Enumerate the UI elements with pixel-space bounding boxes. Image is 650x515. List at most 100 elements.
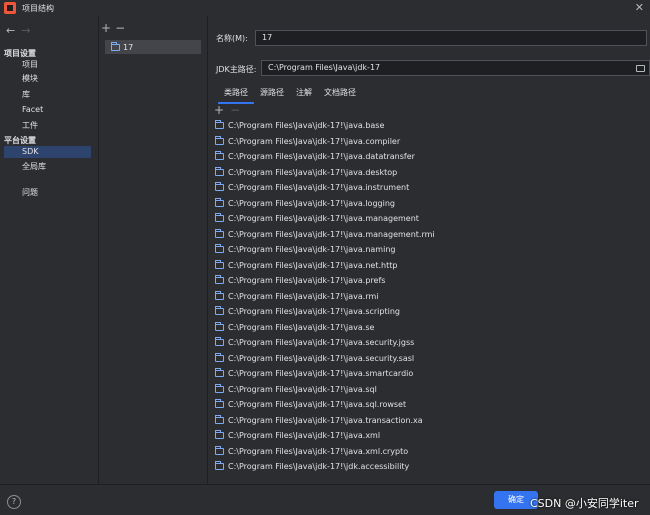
- classpath-item[interactable]: C:\Program Files\Java\jdk-17!\java.manag…: [212, 211, 648, 227]
- name-field[interactable]: 17: [255, 30, 647, 46]
- classpath-item-label: C:\Program Files\Java\jdk-17!\java.manag…: [228, 229, 435, 239]
- sdk-list-item[interactable]: 17: [105, 40, 201, 54]
- sidebar-item-problems[interactable]: 问题: [4, 187, 91, 199]
- classpath-item[interactable]: C:\Program Files\Java\jdk-17!\jdk.access…: [212, 459, 648, 475]
- classpath-item-label: C:\Program Files\Java\jdk-17!\java.secur…: [228, 338, 415, 348]
- classpath-item-label: C:\Program Files\Java\jdk-17!\java.datat…: [228, 152, 415, 162]
- folder-icon: [215, 306, 224, 316]
- classpath-item-label: C:\Program Files\Java\jdk-17!\java.loggi…: [228, 198, 395, 208]
- classpath-item-label: C:\Program Files\Java\jdk-17!\java.prefs: [228, 276, 386, 286]
- classpath-toolbar: + −: [214, 103, 240, 117]
- classpath-item-label: C:\Program Files\Java\jdk-17!\java.trans…: [228, 415, 423, 425]
- classpath-item-label: C:\Program Files\Java\jdk-17!\java.namin…: [228, 245, 396, 255]
- classpath-item[interactable]: C:\Program Files\Java\jdk-17!\java.scrip…: [212, 304, 648, 320]
- forward-arrow-icon[interactable]: →: [21, 24, 30, 37]
- sdk-details: 名称(M): 17 JDK主路径: C:\Program Files\Java\…: [208, 16, 650, 484]
- path-tabs: 类路径 源路径 注解 文档路径: [218, 86, 362, 104]
- nav-arrows: ← →: [6, 24, 30, 37]
- classpath-item[interactable]: C:\Program Files\Java\jdk-17!\java.manag…: [212, 227, 648, 243]
- add-path-icon[interactable]: +: [214, 103, 224, 117]
- app-logo-icon: [4, 2, 16, 14]
- folder-icon: [215, 399, 224, 409]
- classpath-item[interactable]: C:\Program Files\Java\jdk-17!\java.instr…: [212, 180, 648, 196]
- sidebar-item-facet[interactable]: Facet: [4, 104, 91, 116]
- classpath-item[interactable]: C:\Program Files\Java\jdk-17!\java.smart…: [212, 366, 648, 382]
- folder-icon: [215, 290, 224, 300]
- folder-icon: [215, 368, 224, 378]
- folder-icon: [215, 197, 224, 207]
- sidebar-item-global-libraries[interactable]: 全局库: [4, 161, 91, 173]
- remove-path-icon[interactable]: −: [230, 103, 240, 117]
- classpath-item[interactable]: C:\Program Files\Java\jdk-17!\java.compi…: [212, 134, 648, 150]
- classpath-item[interactable]: C:\Program Files\Java\jdk-17!\java.rmi: [212, 289, 648, 305]
- classpath-item-label: C:\Program Files\Java\jdk-17!\java.xml: [228, 431, 381, 441]
- classpath-item[interactable]: C:\Program Files\Java\jdk-17!\java.sql.r…: [212, 397, 648, 413]
- browse-folder-icon[interactable]: [636, 65, 645, 72]
- classpath-list[interactable]: C:\Program Files\Java\jdk-17!\java.base C…: [212, 118, 648, 484]
- jdk-home-field[interactable]: C:\Program Files\Java\jdk-17: [261, 60, 650, 76]
- folder-icon: [215, 275, 224, 285]
- sidebar-item-sdk[interactable]: SDK: [4, 146, 91, 158]
- classpath-item[interactable]: C:\Program Files\Java\jdk-17!\java.prefs: [212, 273, 648, 289]
- sidebar-item-artifacts[interactable]: 工件: [4, 120, 91, 132]
- classpath-item-label: C:\Program Files\Java\jdk-17!\java.sql: [228, 384, 377, 394]
- classpath-item-label: C:\Program Files\Java\jdk-17!\java.secur…: [228, 353, 415, 363]
- classpath-item[interactable]: C:\Program Files\Java\jdk-17!\java.xml.c…: [212, 444, 648, 460]
- classpath-item-label: C:\Program Files\Java\jdk-17!\jdk.access…: [228, 462, 410, 472]
- tab-sourcepath[interactable]: 源路径: [254, 86, 290, 102]
- classpath-item[interactable]: C:\Program Files\Java\jdk-17!\java.namin…: [212, 242, 648, 258]
- classpath-item-label: C:\Program Files\Java\jdk-17!\java.sql.r…: [228, 400, 407, 410]
- classpath-item-label: C:\Program Files\Java\jdk-17!\java.scrip…: [228, 307, 400, 317]
- remove-sdk-icon[interactable]: −: [115, 21, 125, 35]
- classpath-item[interactable]: C:\Program Files\Java\jdk-17!\java.secur…: [212, 351, 648, 367]
- sdk-item-label: 17: [123, 42, 134, 52]
- settings-sidebar: ← → 项目设置 项目 模块 库 Facet 工件 平台设置 SDK 全局库 问题: [0, 16, 99, 484]
- classpath-item-label: C:\Program Files\Java\jdk-17!\java.xml.c…: [228, 446, 409, 456]
- classpath-item-label: C:\Program Files\Java\jdk-17!\java.smart…: [228, 369, 414, 379]
- tab-documentation-paths[interactable]: 文档路径: [318, 86, 362, 102]
- add-sdk-icon[interactable]: +: [101, 21, 111, 35]
- classpath-item[interactable]: C:\Program Files\Java\jdk-17!\java.datat…: [212, 149, 648, 165]
- folder-icon: [215, 228, 224, 238]
- folder-icon: [215, 414, 224, 424]
- classpath-item[interactable]: C:\Program Files\Java\jdk-17!\java.net.h…: [212, 258, 648, 274]
- sdk-list-panel: + − 17: [99, 16, 208, 484]
- sidebar-item-project[interactable]: 项目: [4, 59, 91, 71]
- close-icon[interactable]: ✕: [635, 1, 644, 14]
- folder-icon: [215, 182, 224, 192]
- classpath-item[interactable]: C:\Program Files\Java\jdk-17!\java.base: [212, 118, 648, 134]
- classpath-item[interactable]: C:\Program Files\Java\jdk-17!\java.deskt…: [212, 165, 648, 181]
- jdk-home-value: C:\Program Files\Java\jdk-17: [268, 63, 381, 72]
- section-project-settings: 项目设置: [4, 49, 36, 58]
- name-label: 名称(M):: [216, 34, 248, 43]
- section-platform-settings: 平台设置: [4, 136, 36, 145]
- folder-icon: [215, 166, 224, 176]
- title-bar: 项目结构 ✕: [0, 0, 650, 16]
- window-title: 项目结构: [22, 4, 54, 13]
- classpath-item-label: C:\Program Files\Java\jdk-17!\java.se: [228, 322, 375, 332]
- classpath-item[interactable]: C:\Program Files\Java\jdk-17!\java.trans…: [212, 413, 648, 429]
- back-arrow-icon[interactable]: ←: [6, 24, 15, 37]
- folder-icon: [215, 151, 224, 161]
- sidebar-item-modules[interactable]: 模块: [4, 73, 91, 85]
- classpath-item[interactable]: C:\Program Files\Java\jdk-17!\java.secur…: [212, 335, 648, 351]
- classpath-item-label: C:\Program Files\Java\jdk-17!\java.rmi: [228, 291, 379, 301]
- classpath-item-label: C:\Program Files\Java\jdk-17!\java.manag…: [228, 214, 419, 224]
- classpath-item-label: C:\Program Files\Java\jdk-17!\java.net.h…: [228, 260, 398, 270]
- sidebar-item-libraries[interactable]: 库: [4, 89, 91, 101]
- classpath-item[interactable]: C:\Program Files\Java\jdk-17!\java.se: [212, 320, 648, 336]
- classpath-item[interactable]: C:\Program Files\Java\jdk-17!\java.loggi…: [212, 196, 648, 212]
- tab-classpath[interactable]: 类路径: [218, 86, 254, 104]
- folder-icon: [215, 383, 224, 393]
- folder-icon: [215, 461, 224, 471]
- folder-icon: [215, 244, 224, 254]
- folder-icon: [111, 41, 120, 51]
- folder-icon: [215, 213, 224, 223]
- watermark: CSDN @小安同学iter: [530, 497, 639, 510]
- classpath-item[interactable]: C:\Program Files\Java\jdk-17!\java.xml: [212, 428, 648, 444]
- help-icon[interactable]: ?: [7, 495, 21, 509]
- classpath-item[interactable]: C:\Program Files\Java\jdk-17!\java.sql: [212, 382, 648, 398]
- tab-annotations[interactable]: 注解: [290, 86, 318, 102]
- sdk-toolbar: + −: [101, 21, 129, 35]
- jdk-home-label: JDK主路径:: [216, 65, 257, 74]
